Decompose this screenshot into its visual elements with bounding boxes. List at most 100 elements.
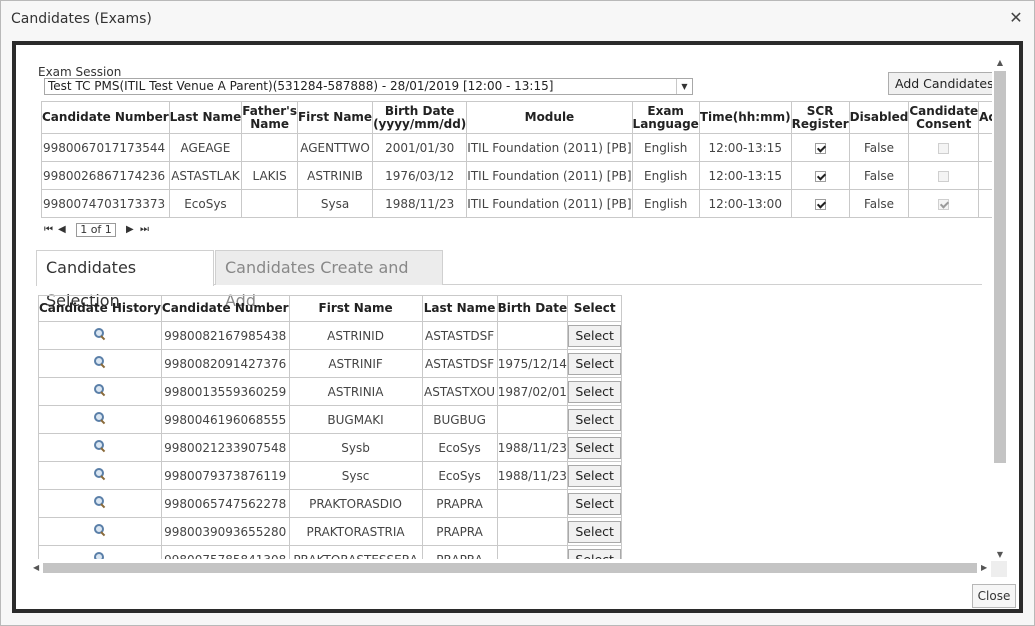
tab-candidates-selection[interactable]: Candidates Selection [36, 250, 214, 310]
cell-exam-language: English [631, 161, 700, 190]
cell-first-name: PRAKTORASDIO [288, 489, 423, 518]
cell-candidate-number: 9980021233907548 [160, 433, 290, 462]
magnifier-icon[interactable] [93, 439, 107, 453]
exam-session-label: Exam Session [38, 65, 122, 79]
cell-last-name: BUGBUG [421, 405, 498, 434]
cell-last-name: AGEAGE [168, 133, 243, 162]
cell-birth-date [496, 517, 569, 546]
select-button[interactable]: Select [568, 548, 621, 559]
select-button[interactable]: Select [568, 408, 621, 431]
magnifier-icon[interactable] [93, 355, 107, 369]
exam-session-value: Test TC PMS(ITIL Test Venue A Parent)(53… [48, 79, 554, 93]
cell-exam-language: English [631, 189, 700, 218]
cell-candidate-number: 9980039093655280 [160, 517, 290, 546]
cell-disabled: False [848, 161, 910, 190]
cell-candidate-history [38, 349, 162, 378]
select-button[interactable]: Select [568, 436, 621, 459]
horizontal-scrollbar[interactable]: ◀ ▶ [33, 561, 989, 575]
cell-birth-date [496, 489, 569, 518]
magnifier-icon[interactable] [93, 551, 107, 559]
magnifier-icon[interactable] [93, 327, 107, 341]
candidates-selection-table: Candidate History Candidate Number First… [38, 295, 623, 559]
candidate-row: 9980039093655280 PRAKTORASTRIA PRAPRA Selec… [38, 517, 623, 546]
col-birth-date: Birth Date (yyyy/mm/dd) [372, 101, 468, 134]
cell-time: 12:00-13:15 [698, 133, 792, 162]
scroll-down-icon[interactable]: ▼ [995, 551, 1005, 559]
cell-last-name: PRAPRA [421, 517, 498, 546]
cell-last-name: ASTASTLAK [168, 161, 243, 190]
magnifier-icon[interactable] [93, 523, 107, 537]
exam-table-header: Candidate Number Last Name Father's Name… [41, 101, 992, 134]
candidate-consent-checkbox [938, 170, 950, 182]
cell-select: Select [567, 545, 623, 559]
col-fathers-name: Father's Name [241, 101, 298, 134]
close-icon[interactable]: ✕ [1008, 9, 1024, 27]
exam-table-row: 9980026867174236 ASTASTLAK LAKIS ASTRINIB 19… [41, 161, 992, 190]
cell-last-name: EcoSys [168, 189, 243, 218]
cell-birth-date: 2001/01/30 [372, 133, 468, 162]
dialog-title: Candidates (Exams) [11, 11, 152, 27]
cell-candidate-number: 9980079373876119 [160, 461, 290, 490]
cell-select: Select [567, 489, 623, 518]
cell-fathers-name: LAKIS [241, 161, 298, 190]
select-button[interactable]: Select [568, 324, 621, 347]
vertical-scroll-thumb[interactable] [994, 71, 1006, 463]
cell-birth-date: 1987/02/01 [496, 377, 569, 406]
tab-bar: Candidates Selection Candidates Create a… [36, 250, 982, 310]
cell-disabled: False [848, 133, 910, 162]
scr-register-checkbox[interactable] [814, 142, 826, 154]
cell-time: 12:00-13:00 [698, 189, 792, 218]
cell-first-name: ASTRINIB [296, 161, 374, 190]
candidate-row: 9980079373876119 Sysc EcoSys 1988/11/23 Sele… [38, 461, 623, 490]
scroll-right-icon[interactable]: ▶ [981, 563, 989, 573]
cell-candidate-number: 9980013559360259 [160, 377, 290, 406]
next-page-icon[interactable]: ▶ [126, 224, 134, 235]
cell-fathers-name [241, 189, 298, 218]
cell-action [978, 189, 992, 218]
cell-candidate-history [38, 321, 162, 350]
tab-candidates-create-and-add[interactable]: Candidates Create and Add [215, 250, 443, 310]
scroll-left-icon[interactable]: ◀ [33, 563, 41, 573]
cell-candidate-history [38, 461, 162, 490]
cell-last-name: ASTASTDSF [421, 349, 498, 378]
select-button[interactable]: Select [568, 380, 621, 403]
exam-session-select[interactable]: Test TC PMS(ITIL Test Venue A Parent)(53… [44, 78, 693, 95]
scroll-content: Exam Session Test TC PMS(ITIL Test Venue… [16, 45, 992, 559]
col-first-name: First Name [296, 101, 374, 134]
candidate-consent-checkbox [938, 198, 950, 210]
prev-page-icon[interactable]: ◀ [58, 224, 66, 235]
candidate-consent-checkbox [938, 142, 950, 154]
cell-scr-register [790, 161, 850, 190]
cell-last-name: PRAPRA [421, 545, 498, 559]
magnifier-icon[interactable] [93, 467, 107, 481]
exam-candidates-table: Candidate Number Last Name Father's Name… [41, 101, 992, 218]
select-button[interactable]: Select [568, 492, 621, 515]
cell-candidate-history [38, 405, 162, 434]
select-button[interactable]: Select [568, 464, 621, 487]
magnifier-icon[interactable] [93, 411, 107, 425]
horizontal-scroll-thumb[interactable] [43, 563, 977, 573]
close-button[interactable]: Close [972, 584, 1016, 608]
col-module: Module [466, 101, 633, 134]
magnifier-icon[interactable] [93, 383, 107, 397]
cell-select: Select [567, 405, 623, 434]
cell-candidate-history [38, 377, 162, 406]
cell-candidate-history [38, 489, 162, 518]
magnifier-icon[interactable] [93, 495, 107, 509]
vertical-scrollbar[interactable]: ▲ ▼ [993, 57, 1007, 559]
first-page-icon[interactable]: ⏮ [44, 224, 53, 235]
candidate-row: 9980021233907548 Sysb EcoSys 1988/11/23 Sele… [38, 433, 623, 462]
select-button[interactable]: Select [568, 520, 621, 543]
select-button[interactable]: Select [568, 352, 621, 375]
add-candidates-button[interactable]: Add Candidates [888, 72, 992, 95]
col-candidate-number: Candidate Number [41, 101, 170, 134]
cell-select: Select [567, 349, 623, 378]
scr-register-checkbox[interactable] [814, 170, 826, 182]
scr-register-checkbox[interactable] [814, 198, 826, 210]
last-page-icon[interactable]: ⏭ [140, 224, 149, 235]
candidate-row: 9980065747562278 PRAKTORASDIO PRAPRA Select [38, 489, 623, 518]
cell-select: Select [567, 461, 623, 490]
chevron-down-icon[interactable]: ▼ [676, 79, 692, 94]
cell-action [978, 133, 992, 162]
scroll-up-icon[interactable]: ▲ [995, 59, 1005, 67]
